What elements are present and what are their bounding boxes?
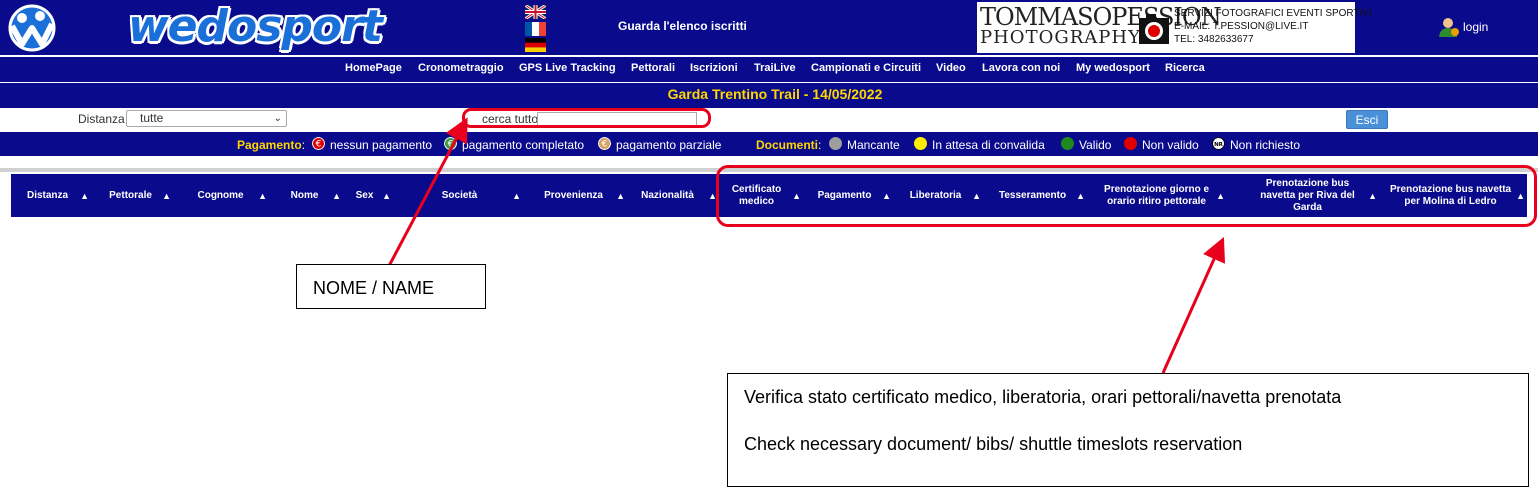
annotation-check-italian: Verifica stato certificato medico, liber… <box>744 387 1342 407</box>
distanza-select[interactable]: tutte ⌄ <box>126 110 287 127</box>
column-label: Cognome <box>197 189 244 201</box>
column-label: Sex <box>355 189 374 201</box>
menu-item-pettorali[interactable]: Pettorali <box>631 62 675 74</box>
legend-mancante: Mancante <box>847 138 900 152</box>
pagamento-parziale-icon: € <box>598 137 611 150</box>
sort-icon: ▲︎ <box>80 190 89 201</box>
in-attesa-dot-icon <box>914 137 927 150</box>
non-valido-dot-icon <box>1124 137 1137 150</box>
photographer-info-line: SERVIZI FOTOGRAFICI EVENTI SPORTIVI <box>1174 8 1372 19</box>
sort-icon: ▲︎ <box>382 190 391 201</box>
columns-highlight-annotation <box>716 165 1537 227</box>
sort-icon: ▲︎ <box>512 190 521 201</box>
chevron-down-icon: ⌄ <box>273 113 282 124</box>
arrow-to-columns <box>1161 237 1226 374</box>
svg-text:€: € <box>448 140 454 150</box>
nr-badge-text: NR <box>1214 142 1224 148</box>
distanza-label: Distanza <box>78 112 125 126</box>
column-label: Provenienza <box>544 189 603 201</box>
column-header-societa[interactable]: Società ▲︎ <box>411 174 521 217</box>
legend-valido: Valido <box>1079 138 1112 152</box>
photographer-info: SERVIZI FOTOGRAFICI EVENTI SPORTIVI E-MA… <box>1174 7 1372 46</box>
menu-item-campionati-e-circuiti[interactable]: Campionati e Circuiti <box>811 62 921 74</box>
legend-non-richiesto: Non richiesto <box>1230 138 1301 152</box>
photographer-email: E-MAIL: T.PESSION@LIVE.IT <box>1174 21 1309 32</box>
flag-uk-icon[interactable] <box>525 5 546 19</box>
column-label: Pettorale <box>109 189 152 201</box>
camera-icon <box>1139 14 1169 44</box>
column-header-pettorale[interactable]: Pettorale ▲︎ <box>103 174 171 217</box>
menu-item-lavora-con-noi[interactable]: Lavora con noi <box>982 62 1060 74</box>
pagamento-completato-icon: € <box>444 137 457 150</box>
sort-icon: ▲︎ <box>162 190 171 201</box>
menu-item-gps-live-tracking[interactable]: GPS Live Tracking <box>519 62 616 74</box>
guarda-elenco-iscritti-link[interactable]: Guarda l'elenco iscritti <box>618 19 747 33</box>
annotation-name-text: NOME / NAME <box>313 278 435 298</box>
column-header-nazionalita[interactable]: Nazionalità ▲︎ <box>631 174 717 217</box>
menu-item-video[interactable]: Video <box>936 62 966 74</box>
search-highlight-annotation <box>462 108 711 128</box>
legend-nessun-pagamento: nessun pagamento <box>330 138 433 152</box>
mancante-dot-icon <box>829 137 842 150</box>
column-label: Nome <box>290 189 319 201</box>
legend-in-attesa: In attesa di convalida <box>932 138 1045 152</box>
column-label: Distanza <box>26 189 69 201</box>
non-richiesto-icon: NR <box>1212 137 1225 150</box>
column-header-cognome[interactable]: Cognome ▲ <box>187 174 267 217</box>
column-header-provenienza[interactable]: Provenienza ▲︎ <box>535 174 625 217</box>
flag-de-icon[interactable] <box>525 38 546 52</box>
menu-item-my-wedosport[interactable]: My wedosport <box>1076 62 1150 74</box>
column-label: Società <box>441 189 478 201</box>
user-icon[interactable] <box>1438 17 1460 37</box>
menu-item-trailive[interactable]: TraiLive <box>754 62 796 74</box>
legend-pagamento-key: Pagamento: <box>237 138 306 152</box>
sort-asc-icon: ▲ <box>332 190 341 201</box>
wedosport-logo-icon[interactable] <box>4 4 60 52</box>
legend-non-valido: Non valido <box>1142 138 1199 152</box>
legend-pagamento-completato: pagamento completato <box>462 138 585 152</box>
esci-button[interactable]: Esci <box>1346 110 1388 129</box>
column-header-nome[interactable]: Nome ▲ <box>281 174 341 217</box>
sort-asc-icon: ▲ <box>258 190 267 201</box>
legend-pagamento-parziale: pagamento parziale <box>616 138 722 152</box>
brand-logo[interactable]: wedosport <box>128 2 383 52</box>
valido-dot-icon <box>1061 137 1074 150</box>
menu-item-homepage[interactable]: HomePage <box>345 62 402 74</box>
event-title: Garda Trentino Trail - 14/05/2022 <box>667 86 883 102</box>
flag-fr-icon[interactable] <box>525 22 546 36</box>
column-header-distanza[interactable]: Distanza ▲︎ <box>19 174 89 217</box>
distanza-selected-value: tutte <box>140 111 164 125</box>
legend-documenti-key: Documenti: <box>756 138 822 152</box>
photographer-subtitle: PHOTOGRAPHY <box>980 27 1141 48</box>
annotation-check-english: Check necessary document/ bibs/ shuttle … <box>744 434 1243 454</box>
sort-icon: ▲︎ <box>616 190 625 201</box>
menu-item-iscrizioni[interactable]: Iscrizioni <box>690 62 738 74</box>
legend-pagamento-title: Pagamento <box>237 138 302 152</box>
column-label: Nazionalità <box>641 189 694 201</box>
svg-text:€: € <box>316 140 322 150</box>
svg-text:€: € <box>602 140 608 150</box>
login-link[interactable]: login <box>1463 20 1488 34</box>
photographer-phone: TEL: 3482633677 <box>1174 34 1254 45</box>
menu-item-cronometraggio[interactable]: Cronometraggio <box>418 62 504 74</box>
column-header-sex[interactable]: Sex ▲︎ <box>351 174 391 217</box>
legend-documenti-title: Documenti <box>756 138 819 152</box>
nessun-pagamento-icon: € <box>312 137 325 150</box>
menu-item-ricerca[interactable]: Ricerca <box>1165 62 1205 74</box>
